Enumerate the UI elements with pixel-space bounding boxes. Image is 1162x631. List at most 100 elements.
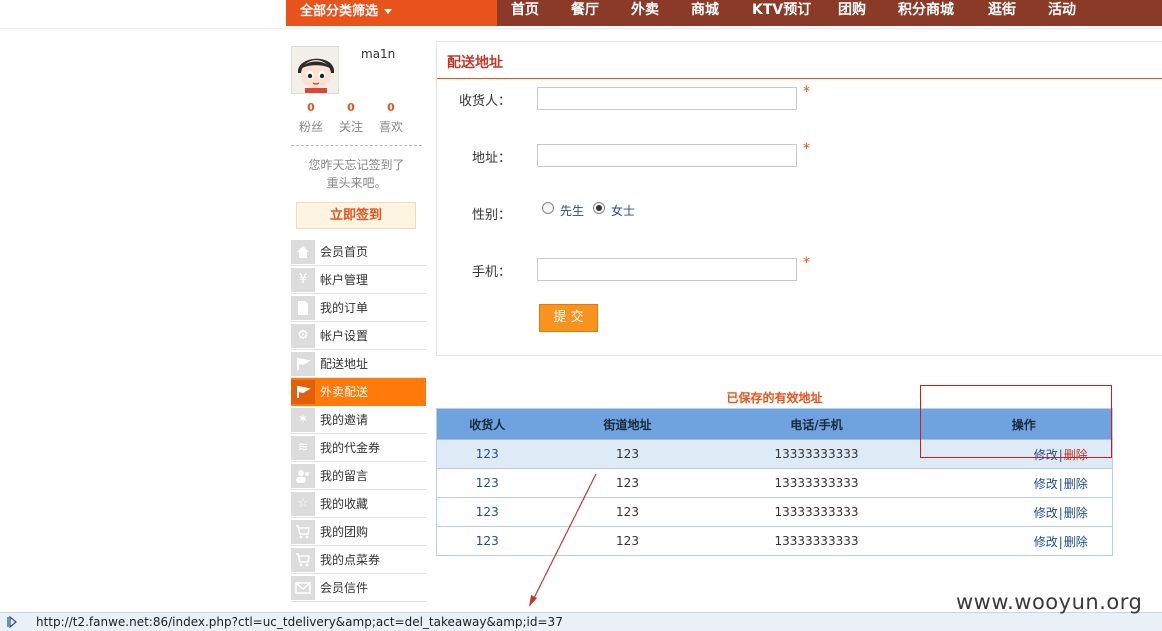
gender-radio-male[interactable] — [542, 202, 554, 214]
cell-name: 123 — [436, 526, 538, 556]
nav-ktv[interactable]: KTV预订 — [752, 0, 811, 24]
nav-shopping[interactable]: 逛街 — [988, 0, 1016, 24]
signin-tip-line: 重头来吧。 — [326, 176, 387, 190]
menu-item-label: 我的代金券 — [320, 441, 381, 455]
table-row: 123 123 13333333333 修改|删除 — [436, 497, 1113, 527]
mail-icon — [291, 576, 315, 600]
separator: | — [1058, 505, 1063, 520]
menu-item-settings[interactable]: ⚙ 帐户设置 — [291, 322, 426, 350]
stat-label: 喜欢 — [378, 120, 403, 134]
stat-value: 0 — [347, 101, 355, 114]
users-icon — [291, 464, 315, 488]
edit-link[interactable]: 修改 — [1034, 506, 1058, 520]
gear-icon: ⚙ — [291, 324, 315, 348]
flag-icon — [291, 352, 315, 376]
gender-radio-female[interactable] — [593, 202, 605, 214]
menu-item-account[interactable]: ¥ 帐户管理 — [291, 266, 426, 294]
cell-actions: 修改|删除 — [915, 468, 1113, 498]
star-icon: ☆ — [291, 492, 315, 516]
stat-value: 0 — [387, 101, 395, 114]
stat-fans[interactable]: 0 粉丝 — [291, 101, 331, 135]
menu-item-groupbuy[interactable]: 我的团购 — [291, 518, 426, 546]
menu-item-favorites[interactable]: ☆ 我的收藏 — [291, 490, 426, 518]
page: { "topnav": { "category_button": "全部分类筛选… — [0, 0, 1162, 631]
cell-street: 123 — [537, 526, 718, 556]
gender-option-label[interactable]: 女士 — [611, 202, 635, 219]
cell-street: 123 — [537, 497, 718, 527]
delete-link[interactable]: 删除 — [1064, 506, 1088, 520]
username[interactable]: ma1n — [361, 47, 395, 61]
menu-item-member-home[interactable]: 会员首页 — [291, 238, 426, 266]
avatar-cartoon-icon — [292, 47, 338, 93]
menu-item-messages[interactable]: 我的留言 — [291, 462, 426, 490]
play-icon — [7, 616, 17, 628]
edit-link[interactable]: 修改 — [1034, 477, 1058, 491]
menu-item-label: 我的点菜券 — [320, 553, 381, 567]
menu-item-label: 会员信件 — [320, 581, 369, 595]
cell-actions: 修改|删除 — [915, 497, 1113, 527]
phone-label: 手机： — [471, 265, 511, 280]
nav-restaurant[interactable]: 餐厅 — [571, 0, 599, 24]
cell-name: 123 — [436, 468, 538, 498]
delete-link[interactable]: 删除 — [1064, 477, 1088, 491]
cell-actions: 修改|删除 — [915, 526, 1113, 556]
nav-mall[interactable]: 商城 — [691, 0, 719, 24]
divider — [291, 145, 422, 146]
stat-following[interactable]: 0 关注 — [331, 101, 371, 135]
menu-item-label: 我的订单 — [320, 301, 369, 315]
address-label: 地址： — [471, 151, 511, 166]
category-filter-button[interactable]: 全部分类筛选 — [286, 0, 497, 26]
nav-home[interactable]: 首页 — [511, 0, 539, 24]
menu-item-delivery-address[interactable]: 配送地址 — [291, 350, 426, 378]
phone-field[interactable] — [537, 258, 797, 281]
delete-link[interactable]: 删除 — [1064, 535, 1088, 549]
sparkle-icon: ✶ — [291, 408, 315, 432]
cell-phone: 13333333333 — [717, 468, 916, 498]
submit-button[interactable]: 提 交 — [539, 304, 598, 332]
cell-street: 123 — [537, 468, 718, 498]
table-row: 123 123 13333333333 修改|删除 — [436, 526, 1113, 556]
category-filter-label: 全部分类筛选 — [300, 4, 379, 19]
column-header: 收货人 — [436, 408, 538, 440]
address-field[interactable] — [537, 144, 797, 167]
cart-icon — [291, 520, 315, 544]
menu-item-dish-vouchers[interactable]: 我的点菜券 — [291, 546, 426, 574]
watermark: www.wooyun.org — [956, 590, 1143, 614]
menu-item-vouchers[interactable]: ≋ 我的代金券 — [291, 434, 426, 462]
stat-label: 粉丝 — [298, 120, 323, 134]
menu-item-label: 会员首页 — [320, 245, 369, 259]
name-field[interactable] — [537, 87, 797, 110]
layers-icon: ≋ — [291, 436, 315, 460]
member-menu: 会员首页 ¥ 帐户管理 我的订单 ⚙ 帐户设置 配送地址 外卖配送 ✶ 我的邀请… — [291, 238, 426, 602]
nav-groupbuy[interactable]: 团购 — [838, 0, 866, 24]
menu-item-orders[interactable]: 我的订单 — [291, 294, 426, 322]
nav-events[interactable]: 活动 — [1048, 0, 1076, 24]
gender-option-label[interactable]: 先生 — [560, 202, 584, 219]
menu-item-member-mail[interactable]: 会员信件 — [291, 574, 426, 602]
cell-name: 123 — [436, 497, 538, 527]
avatar[interactable] — [291, 46, 339, 94]
cell-phone: 13333333333 — [717, 497, 916, 527]
browser-status-bar: http://t2.fanwe.net:86/index.php?ctl=uc_… — [0, 612, 1162, 631]
menu-item-label: 帐户设置 — [320, 329, 369, 343]
menu-item-label: 我的收藏 — [320, 497, 369, 511]
column-header: 街道地址 — [537, 408, 718, 440]
yen-icon: ¥ — [291, 268, 315, 292]
menu-item-label: 配送地址 — [320, 357, 369, 371]
nav-points-mall[interactable]: 积分商城 — [898, 0, 954, 24]
separator: | — [1058, 476, 1063, 491]
nav-takeaway[interactable]: 外卖 — [631, 0, 659, 24]
edit-link[interactable]: 修改 — [1034, 535, 1058, 549]
signin-button[interactable]: 立即签到 — [296, 202, 416, 229]
menu-item-invitations[interactable]: ✶ 我的邀请 — [291, 406, 426, 434]
cell-street: 123 — [537, 439, 718, 469]
caret-down-icon — [384, 9, 393, 14]
separator: | — [1058, 534, 1063, 549]
menu-item-takeaway-delivery[interactable]: 外卖配送 — [291, 378, 426, 406]
stat-likes[interactable]: 0 喜欢 — [371, 101, 411, 135]
table-row: 123 123 13333333333 修改|删除 — [436, 468, 1113, 498]
signin-tip-line: 您昨天忘记签到了 — [308, 158, 405, 172]
divider — [437, 78, 1162, 79]
menu-item-label: 我的团购 — [320, 525, 369, 539]
name-label: 收货人： — [458, 94, 511, 109]
